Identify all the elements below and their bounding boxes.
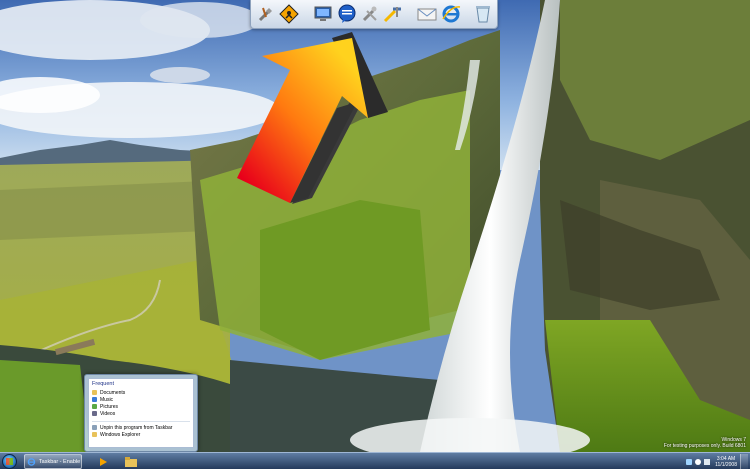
clock-time: 3:04 AM — [716, 455, 736, 462]
computer-monitor-icon[interactable] — [313, 3, 333, 25]
pins-icon[interactable] — [383, 3, 403, 25]
mail-icon[interactable] — [417, 3, 437, 25]
taskbar-button-label: Taskbar - Enable ... — [38, 458, 81, 465]
picture-icon — [92, 404, 97, 409]
music-note-icon — [92, 397, 97, 402]
jump-list-item-videos[interactable]: Videos — [92, 410, 190, 417]
quick-launch-toolbar — [250, 0, 498, 29]
build-watermark: Windows 7 For testing purposes only. Bui… — [664, 437, 746, 449]
folder-icon — [125, 456, 137, 467]
jump-list-popup: Frequent Documents Music Pictures Videos… — [84, 374, 198, 452]
play-icon — [100, 457, 107, 466]
jump-list-item-label: Documents — [100, 389, 126, 396]
watermark-build-text: For testing purposes only. Build 6801 — [663, 443, 746, 449]
road-sign-icon[interactable] — [279, 3, 299, 25]
jump-list-item-pictures[interactable]: Pictures — [92, 403, 190, 410]
jump-list-item-label: Pictures — [100, 403, 119, 410]
jump-list-item-documents[interactable]: Documents — [92, 389, 190, 396]
video-icon — [92, 411, 97, 416]
tools-icon-2[interactable] — [361, 3, 379, 25]
clock[interactable]: 3:04 AM 11/1/2008 — [715, 456, 737, 468]
folder-icon — [92, 390, 97, 395]
jump-list-item-label: Music — [100, 396, 114, 403]
internet-explorer-icon[interactable] — [441, 3, 461, 25]
jump-list-task-label: Windows Explorer — [100, 431, 141, 438]
taskbar-button-internet-explorer[interactable]: Taskbar - Enable ... — [24, 454, 82, 469]
windows-explorer-item[interactable]: Windows Explorer — [92, 431, 190, 438]
pointer-arrow-graphic — [232, 28, 402, 208]
taskbar-button-explorer[interactable] — [122, 455, 140, 468]
recycle-bin-icon[interactable] — [475, 3, 491, 25]
unpin-icon — [92, 425, 97, 430]
jump-list-item-music[interactable]: Music — [92, 396, 190, 403]
action-center-icon[interactable] — [695, 458, 702, 465]
internet-explorer-icon — [27, 457, 36, 466]
tools-icon[interactable] — [257, 3, 275, 25]
jump-list-item-label: Videos — [100, 410, 116, 417]
clock-date: 11/1/2008 — [715, 461, 737, 468]
system-tray: 3:04 AM 11/1/2008 — [686, 453, 748, 469]
chat-bubble-icon[interactable] — [337, 3, 357, 25]
taskbar: Taskbar - Enable ... 3:04 AM 11/1/2008 — [0, 452, 750, 469]
jump-list-header: Frequent — [92, 381, 115, 387]
taskbar-button-media-player[interactable] — [94, 455, 112, 468]
windows-logo-icon — [6, 458, 13, 465]
volume-icon[interactable] — [704, 458, 711, 465]
jump-list-task-label: Unpin this program from Taskbar — [100, 424, 173, 431]
jump-list-separator — [92, 421, 190, 422]
explorer-icon — [92, 432, 97, 437]
show-desktop-button[interactable] — [740, 454, 748, 469]
network-icon[interactable] — [686, 458, 693, 465]
start-button[interactable] — [2, 454, 17, 469]
unpin-from-taskbar-item[interactable]: Unpin this program from Taskbar — [92, 424, 190, 431]
